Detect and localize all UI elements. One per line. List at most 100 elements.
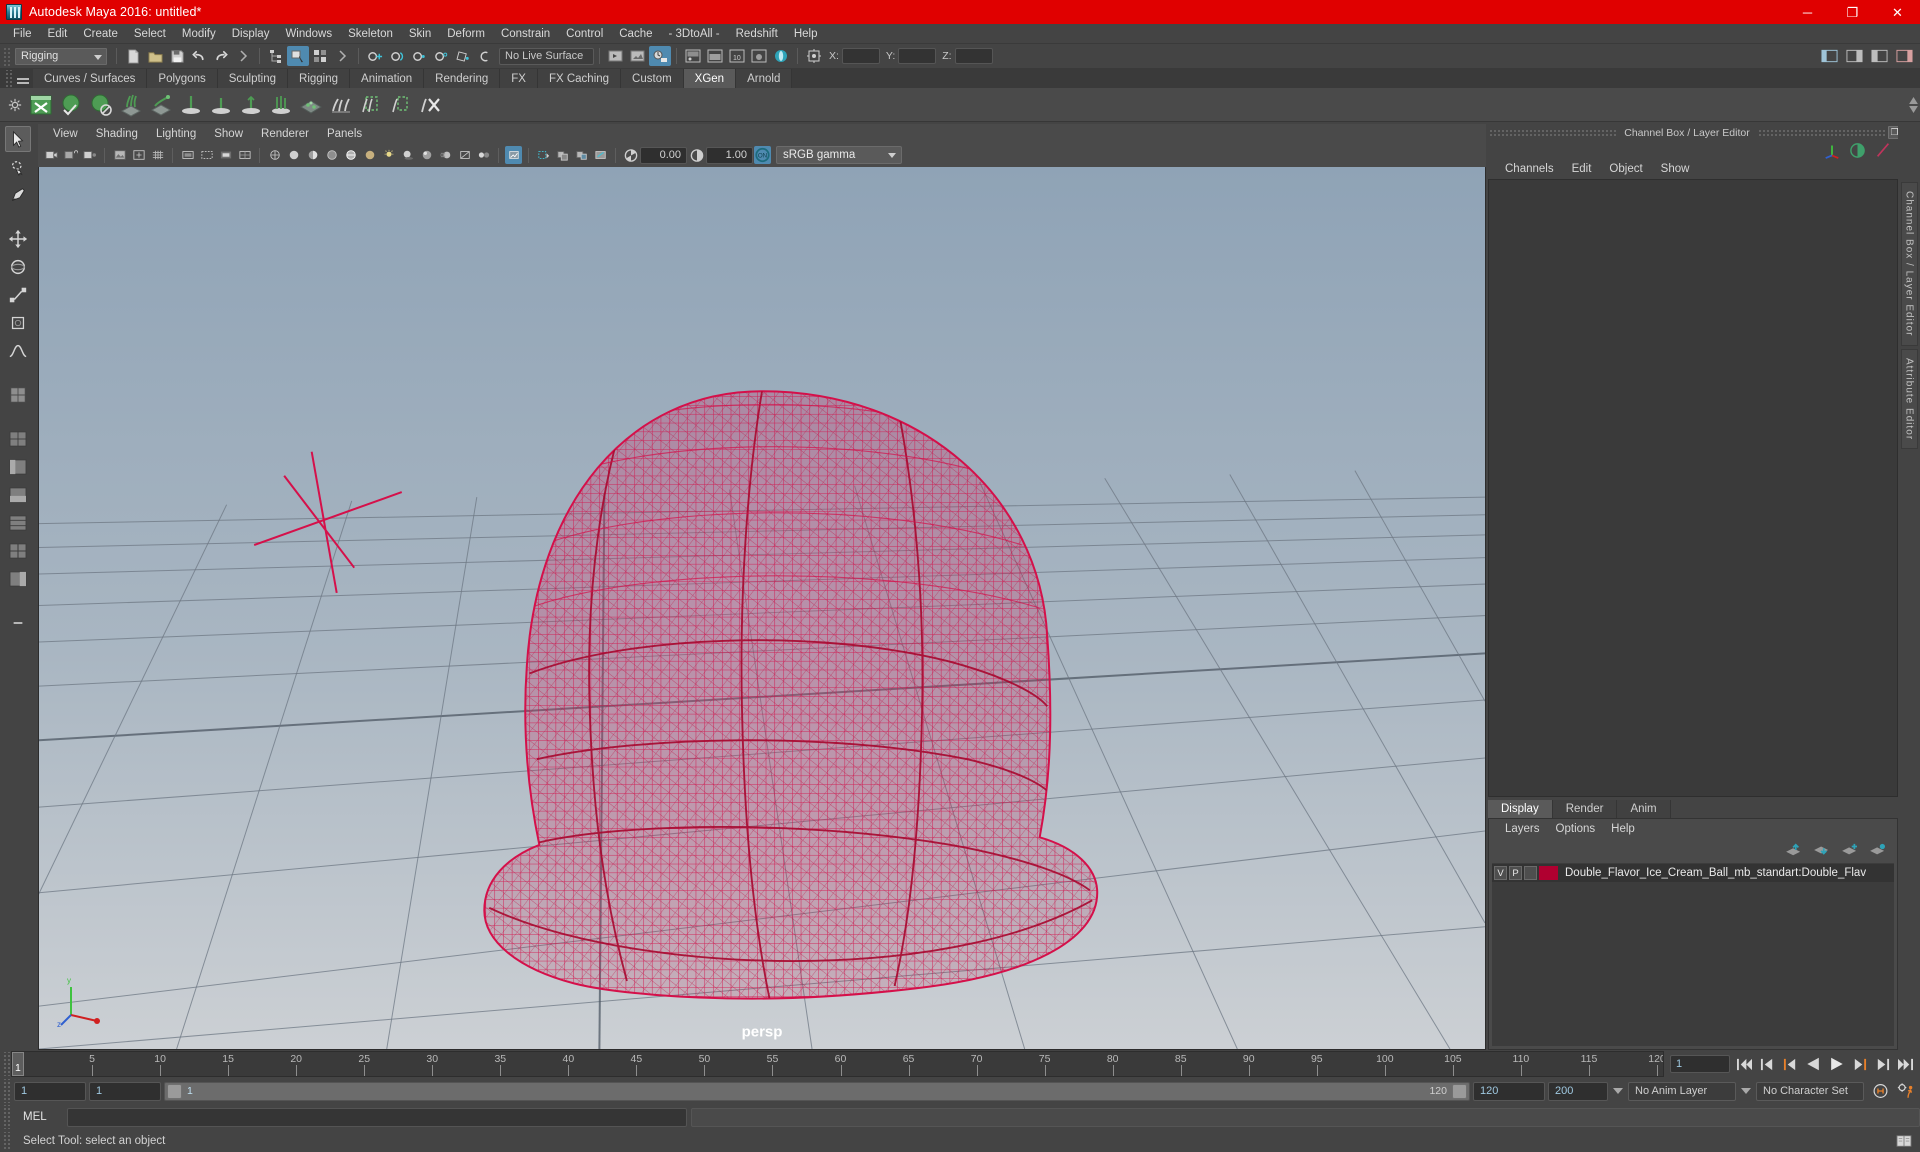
menu-file[interactable]: File xyxy=(5,26,40,42)
channel-box-content[interactable] xyxy=(1488,179,1898,797)
xgen-disable-preview-icon[interactable] xyxy=(87,91,115,119)
paint-select-tool[interactable] xyxy=(5,182,31,208)
help-line-grip[interactable] xyxy=(2,1132,11,1150)
shelf-scroll-arrows[interactable] xyxy=(1906,90,1920,120)
render-view-window-button[interactable]: 10 xyxy=(726,46,748,66)
perspective-viewport[interactable]: persp y z xyxy=(38,167,1486,1050)
shelf-tab-polygons[interactable]: Polygons xyxy=(147,69,218,88)
xgen-preview-icon[interactable] xyxy=(57,91,85,119)
layer-list[interactable]: V P Double_Flavor_Ice_Cream_Ball_mb_stan… xyxy=(1492,863,1894,1046)
animation-start-time-field[interactable]: 1 xyxy=(14,1081,86,1101)
smooth-shade-all-icon[interactable] xyxy=(285,146,302,164)
lights-toggle-icon[interactable] xyxy=(380,146,397,164)
grid-toggle-icon[interactable] xyxy=(149,146,166,164)
command-line-grip[interactable] xyxy=(2,1105,11,1129)
gate-mask-icon[interactable] xyxy=(217,146,234,164)
select-by-object-type-button[interactable] xyxy=(287,46,309,66)
show-hide-tool-settings-button[interactable] xyxy=(1868,46,1890,66)
component-mask-expand-icon[interactable] xyxy=(331,46,353,66)
panel-menu-view[interactable]: View xyxy=(44,128,87,140)
select-tool[interactable] xyxy=(5,126,31,152)
menu-windows[interactable]: Windows xyxy=(277,26,340,42)
shelf-tab-xgen[interactable]: XGen xyxy=(683,69,737,88)
motion-blur-icon[interactable] xyxy=(437,146,454,164)
layout-hypergraph-persp[interactable] xyxy=(5,482,31,508)
channel-menu-object[interactable]: Object xyxy=(1600,163,1651,175)
tab-render-layers[interactable]: Render xyxy=(1552,800,1618,818)
anim-layer-dropdown-arrow[interactable] xyxy=(1611,1082,1625,1101)
xgen-region-select-icon[interactable] xyxy=(357,91,385,119)
time-slider-track[interactable]: 1 5 10 15 20 25 30 35 40 45 50 55 60 65 70 75 80 85 90 95 1… xyxy=(11,1051,1664,1077)
layout-single-perspective[interactable] xyxy=(5,426,31,452)
exposure-field[interactable]: 0.00 xyxy=(640,146,687,164)
range-end-handle[interactable] xyxy=(1452,1083,1467,1099)
gamma-field[interactable]: 1.00 xyxy=(706,146,753,164)
xgen-editor-icon[interactable] xyxy=(27,91,55,119)
render-settings-button[interactable] xyxy=(682,46,704,66)
select-camera-icon[interactable] xyxy=(43,146,60,164)
play-forwards-icon[interactable] xyxy=(1828,1056,1845,1073)
xgen-add-guide-icon[interactable] xyxy=(207,91,235,119)
move-layer-down-icon[interactable] xyxy=(1813,843,1831,857)
layer-menu-options[interactable]: Options xyxy=(1548,823,1604,835)
shelf-tab-fx-caching[interactable]: FX Caching xyxy=(537,69,622,88)
layer-menu-layers[interactable]: Layers xyxy=(1497,823,1548,835)
panel-menu-lighting[interactable]: Lighting xyxy=(147,128,205,140)
show-hide-attribute-editor-button[interactable] xyxy=(1843,46,1865,66)
smooth-shade-selected-icon[interactable] xyxy=(304,146,321,164)
range-start-handle[interactable] xyxy=(167,1083,182,1099)
xgen-place-guide-icon[interactable] xyxy=(177,91,205,119)
hypershade-button[interactable] xyxy=(704,46,726,66)
open-scene-button[interactable] xyxy=(144,46,166,66)
panel-menu-renderer[interactable]: Renderer xyxy=(252,128,318,140)
xray-joints-icon[interactable] xyxy=(554,146,571,164)
layer-playback-toggle[interactable]: P xyxy=(1509,866,1522,880)
step-back-keyframe-icon[interactable] xyxy=(1759,1056,1776,1073)
play-backwards-icon[interactable] xyxy=(1805,1056,1822,1073)
show-render-view-button[interactable] xyxy=(605,46,627,66)
layer-name[interactable]: Double_Flavor_Ice_Cream_Ball_mb_standart… xyxy=(1565,867,1866,879)
lasso-select-tool[interactable] xyxy=(5,154,31,180)
menu-select[interactable]: Select xyxy=(126,26,174,42)
move-tool[interactable] xyxy=(5,226,31,252)
auto-keyframe-icon[interactable] xyxy=(1872,1083,1889,1100)
color-management-toggle[interactable]: ON xyxy=(754,146,771,164)
xgen-groom-brush-icon[interactable] xyxy=(327,91,355,119)
channel-menu-channels[interactable]: Channels xyxy=(1496,163,1563,175)
texture-toggle-icon[interactable] xyxy=(361,146,378,164)
shelf-options-icon[interactable] xyxy=(4,90,26,120)
xray-toggle-icon[interactable] xyxy=(535,146,552,164)
panel-drag-dots-right[interactable] xyxy=(1757,129,1885,136)
panel-menu-shading[interactable]: Shading xyxy=(87,128,147,140)
lock-camera-icon[interactable] xyxy=(62,146,79,164)
xgen-sculpt-guide-icon[interactable] xyxy=(267,91,295,119)
playback-start-time-field[interactable]: 1 xyxy=(89,1081,161,1101)
snap-to-grid-button[interactable] xyxy=(364,46,386,66)
xgen-delete-guide-icon[interactable] xyxy=(417,91,445,119)
snap-to-curve-button[interactable] xyxy=(386,46,408,66)
shelf-tab-rigging[interactable]: Rigging xyxy=(288,69,351,88)
wireframe-shading-icon[interactable] xyxy=(266,146,283,164)
anim-layer-selector[interactable]: No Anim Layer xyxy=(1628,1081,1736,1101)
panel-drag-dots-left[interactable] xyxy=(1489,129,1617,136)
tab-display-layers[interactable]: Display xyxy=(1488,800,1553,818)
shelf-tab-curves-surfaces[interactable]: Curves / Surfaces xyxy=(33,69,148,88)
panel-menu-show[interactable]: Show xyxy=(205,128,252,140)
menu-skin[interactable]: Skin xyxy=(401,26,439,42)
layer-visibility-toggle[interactable]: V xyxy=(1494,866,1507,880)
live-surface-field[interactable]: No Live Surface xyxy=(499,47,594,65)
animation-end-time-field[interactable]: 200 xyxy=(1548,1081,1608,1101)
gamma-icon[interactable] xyxy=(688,146,705,164)
command-output-field[interactable] xyxy=(691,1107,1920,1127)
soft-modification-tool[interactable] xyxy=(5,338,31,364)
menu-cache[interactable]: Cache xyxy=(611,26,660,42)
playback-end-time-field[interactable]: 120 xyxy=(1473,1081,1545,1101)
field-chart-icon[interactable] xyxy=(236,146,253,164)
minimize-button[interactable]: ─ xyxy=(1785,0,1830,24)
scale-tool[interactable] xyxy=(5,282,31,308)
shelf-tab-animation[interactable]: Animation xyxy=(350,69,425,88)
camera-attributes-icon[interactable] xyxy=(81,146,98,164)
character-set-selector[interactable]: No Character Set xyxy=(1756,1081,1864,1101)
rotate-tool[interactable] xyxy=(5,254,31,280)
maximize-button[interactable]: ❐ xyxy=(1830,0,1875,24)
